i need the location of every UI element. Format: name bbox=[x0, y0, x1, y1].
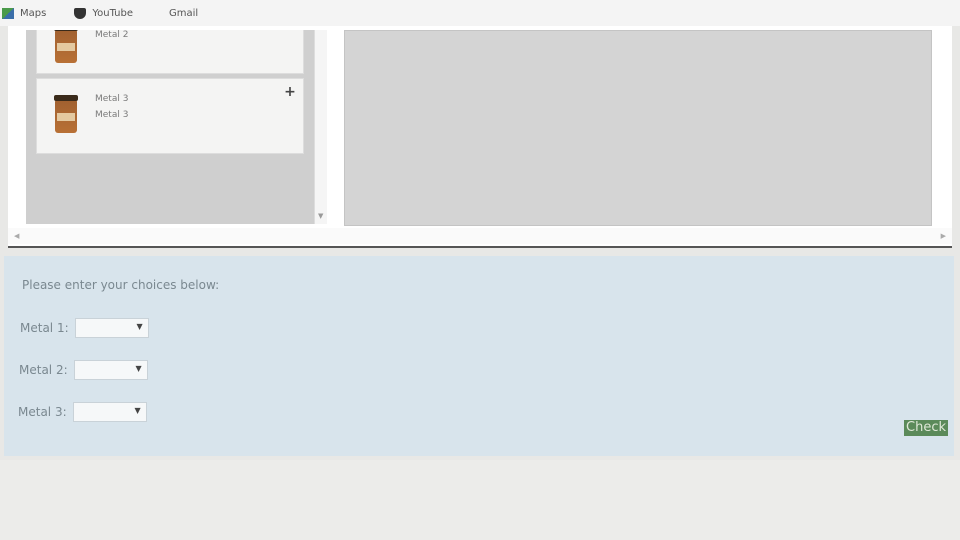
jar-icon bbox=[54, 30, 78, 63]
choice-label: Metal 3: bbox=[18, 405, 67, 419]
gmail-icon bbox=[151, 8, 163, 19]
item-label: Metal 3 bbox=[95, 94, 129, 104]
scroll-right-icon[interactable]: ▶ bbox=[941, 232, 946, 240]
bookmark-gmail[interactable]: Gmail bbox=[151, 8, 198, 19]
content-frame: Metal 2 Metal 3 Metal 3 + ▼ ◀ ▶ bbox=[8, 26, 952, 248]
choices-panel: Please enter your choices below: Metal 1… bbox=[4, 256, 954, 456]
dropdown-arrow-icon: ▼ bbox=[134, 406, 141, 415]
page-footer-area bbox=[0, 460, 960, 540]
dropdown-arrow-icon: ▼ bbox=[135, 364, 142, 373]
check-button[interactable]: Check bbox=[904, 420, 948, 436]
scroll-down-icon[interactable]: ▼ bbox=[318, 212, 323, 220]
choices-prompt: Please enter your choices below: bbox=[22, 278, 220, 292]
bookmark-youtube[interactable]: YouTube bbox=[74, 7, 133, 19]
metal-3-select[interactable]: ▼ bbox=[72, 402, 147, 422]
maps-icon bbox=[2, 7, 14, 19]
dropdown-arrow-icon: ▼ bbox=[136, 322, 143, 331]
jar-icon bbox=[54, 95, 78, 133]
choice-label: Metal 2: bbox=[19, 363, 68, 377]
youtube-icon bbox=[74, 7, 87, 19]
list-item[interactable]: Metal 3 Metal 3 + bbox=[36, 78, 304, 154]
bookmark-label: YouTube bbox=[92, 7, 133, 19]
drop-area[interactable] bbox=[344, 30, 932, 226]
bookmarks-bar: Maps YouTube Gmail bbox=[0, 0, 960, 26]
bookmark-maps[interactable]: Maps bbox=[2, 7, 47, 19]
add-button[interactable]: + bbox=[283, 85, 297, 99]
item-label: Metal 3 bbox=[95, 110, 129, 120]
bookmark-label: Maps bbox=[20, 7, 47, 19]
choice-label: Metal 1: bbox=[20, 321, 69, 335]
metal-2-select[interactable]: ▼ bbox=[73, 360, 148, 380]
scroll-left-icon[interactable]: ◀ bbox=[14, 232, 19, 240]
vertical-scrollbar[interactable]: ▼ bbox=[314, 30, 327, 224]
list-item[interactable]: Metal 2 bbox=[36, 30, 304, 74]
item-list: Metal 2 Metal 3 Metal 3 + bbox=[26, 30, 316, 224]
metal-1-select[interactable]: ▼ bbox=[74, 318, 149, 338]
bookmark-label: Gmail bbox=[169, 7, 199, 19]
choice-row: Metal 2: ▼ bbox=[19, 360, 148, 380]
horizontal-scrollbar[interactable]: ◀ ▶ bbox=[8, 228, 952, 244]
item-label: Metal 2 bbox=[95, 30, 129, 40]
choice-row: Metal 3: ▼ bbox=[18, 402, 147, 422]
choice-row: Metal 1: ▼ bbox=[20, 318, 149, 338]
